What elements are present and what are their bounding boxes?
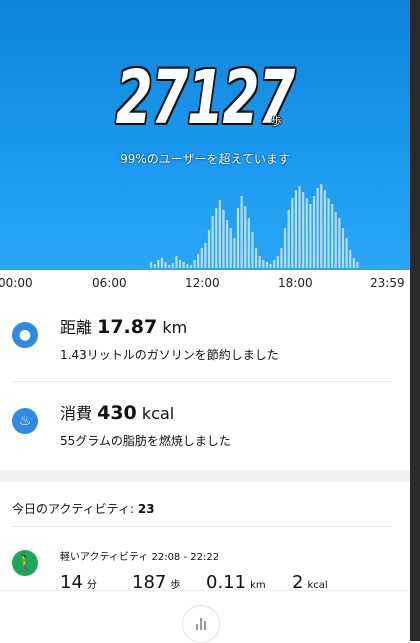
histogram-bar [247, 218, 250, 268]
bottom-bar [0, 590, 410, 643]
flame-icon: ♨ [12, 408, 38, 434]
histogram-bar [193, 260, 196, 268]
distance-card[interactable]: ● 距離 17.87 km 1.43リットルのガソリンを節約しました [0, 298, 410, 382]
calories-value: 430 [97, 402, 137, 424]
histogram-bar [331, 204, 334, 268]
histogram-bar [298, 186, 301, 268]
histogram-bar [168, 265, 171, 268]
step-unit: 歩 [271, 115, 282, 128]
histogram-bar [255, 248, 258, 268]
histogram-bar [352, 258, 355, 268]
histogram-bar [157, 260, 160, 268]
histogram-bar [244, 206, 247, 268]
histogram-bar [323, 190, 326, 268]
histogram-bar [204, 243, 207, 268]
histogram-bar [197, 254, 200, 268]
histogram-bar [150, 262, 153, 268]
time-label-1800: 18:00 [278, 276, 313, 290]
histogram-bar [312, 196, 316, 268]
distance-note: 1.43リットルのガソリンを節約しました [60, 348, 279, 362]
histogram-bar [178, 260, 182, 268]
histogram-bar [207, 230, 211, 268]
location-pin-icon: ● [12, 322, 38, 348]
calories-card[interactable]: ♨ 消費 430 kcal 55グラムの脂肪を燃焼しました [0, 382, 410, 470]
histogram-bar [211, 216, 214, 268]
calories-title: 消費 430 kcal [60, 400, 174, 424]
activity-header-label: 今日のアクティビティ: [12, 502, 135, 516]
histogram-bar [349, 250, 352, 268]
histogram-bar [334, 212, 337, 268]
time-label-0000: 00:00 [0, 276, 33, 290]
histogram-bar [160, 258, 164, 268]
histogram-bar [175, 256, 178, 268]
distance-title: 距離 17.87 km [60, 314, 187, 338]
histogram-bar [316, 188, 319, 268]
histogram-bar [294, 190, 297, 268]
walking-person-icon: 🚶 [12, 550, 38, 576]
section-gap [0, 470, 410, 482]
histogram-bar [273, 260, 276, 268]
activity-header: 今日のアクティビティ: 23 [12, 500, 155, 517]
histogram-bar [171, 263, 174, 268]
histogram-bar [265, 262, 269, 268]
histogram-bar [276, 256, 279, 268]
histogram-bar [320, 184, 323, 268]
distance-value: 17.87 [97, 316, 158, 338]
calories-label: 消費 [60, 404, 93, 423]
histogram-bar [182, 262, 185, 268]
histogram-bar [341, 228, 345, 268]
histogram-bar [280, 248, 283, 268]
calories-note: 55グラムの脂肪を燃焼しました [60, 434, 231, 448]
histogram-bar [269, 264, 272, 268]
histogram-bar [327, 198, 330, 268]
distance-unit: km [162, 318, 188, 337]
histogram-bar [222, 210, 225, 268]
time-label-2359: 23:59 [370, 276, 405, 290]
rank-text: 99%のユーザーを超えています [120, 152, 290, 166]
histogram-bar [164, 262, 167, 268]
screen-edge [410, 0, 420, 641]
time-label-1200: 12:00 [185, 276, 220, 290]
histogram-bar [233, 238, 236, 268]
histogram-bar [200, 248, 203, 268]
histogram-bar [215, 208, 218, 268]
histogram-bar [345, 238, 348, 268]
histogram-bar [229, 228, 232, 268]
histogram-bar [302, 192, 305, 268]
activity-count: 23 [137, 502, 155, 516]
histogram-bar [262, 260, 265, 268]
histogram-bar [189, 265, 192, 268]
histogram-bar [291, 198, 294, 268]
histogram-bar [338, 218, 341, 268]
activity-title: 軽いアクティビティ 22:08 - 22:22 [60, 552, 220, 563]
histogram-bar [186, 264, 189, 268]
histogram-bar [283, 228, 287, 268]
histogram-bar [226, 220, 229, 268]
histogram-bar [240, 196, 243, 268]
histogram-bar [305, 198, 308, 268]
histogram-bar [356, 262, 359, 268]
step-count-number: 27127 [115, 55, 296, 141]
histogram-bar [236, 208, 240, 268]
step-count: 27127 歩 [0, 58, 410, 138]
histogram-bar [287, 210, 290, 268]
histogram-bar [218, 200, 221, 268]
chart-bars-icon[interactable] [182, 605, 220, 643]
steps-header: 27127 歩 99%のユーザーを超えています [0, 0, 410, 270]
time-axis: 00:00 06:00 12:00 18:00 23:59 [0, 270, 410, 298]
histogram-bar [153, 264, 156, 268]
histogram-bar [251, 232, 254, 268]
distance-label: 距離 [60, 318, 93, 337]
time-label-0600: 06:00 [92, 276, 127, 290]
calories-unit: kcal [141, 404, 175, 423]
histogram-bar [309, 204, 312, 268]
histogram-bar [258, 256, 261, 268]
divider [12, 526, 392, 527]
